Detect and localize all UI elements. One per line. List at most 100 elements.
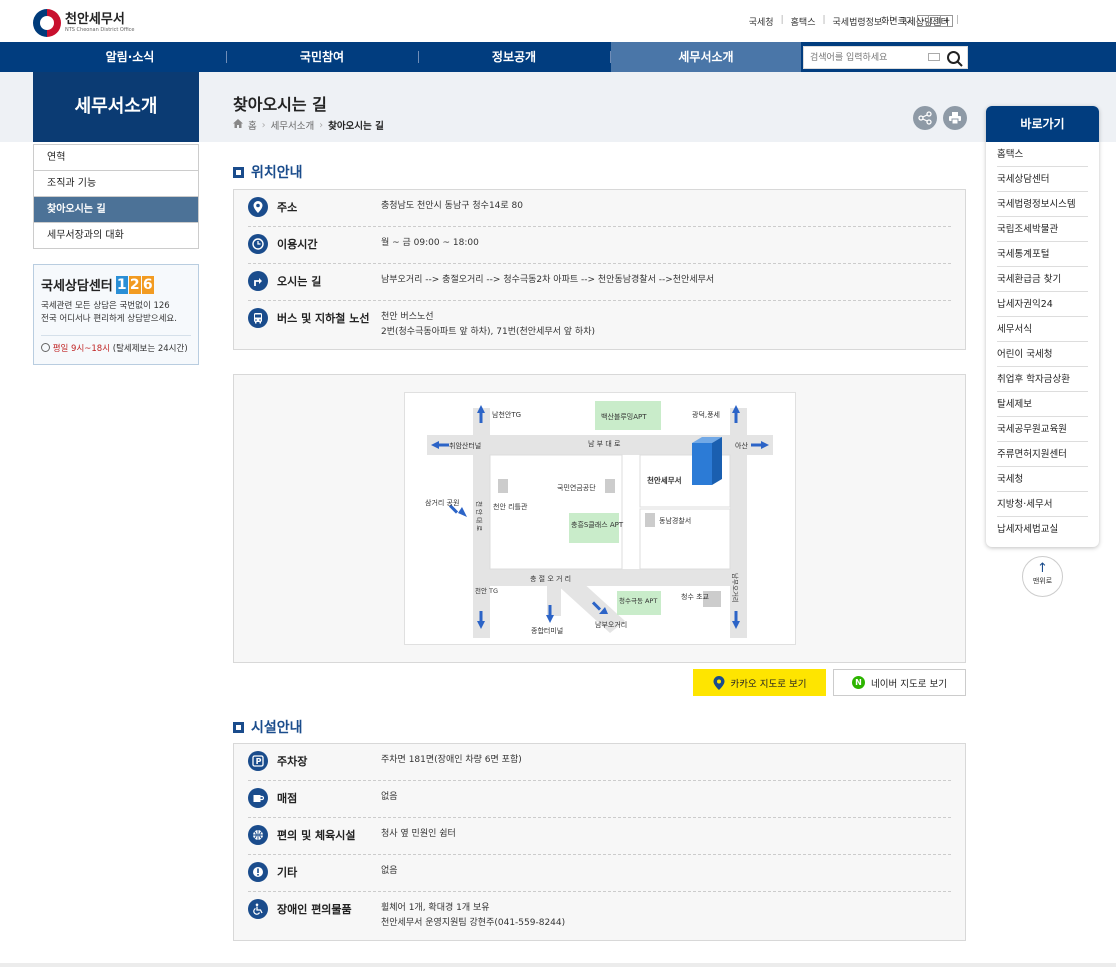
counsel-center-title: 국세상담센터 [41,279,113,294]
share-button[interactable] [913,106,937,130]
bus-row: 버스 및 지하철 노선 천안 버스노선 2번(청수극동아파트 앞 하차), 71… [248,301,951,349]
utility-link-hometax[interactable]: 홈택스 [791,15,816,28]
search-box [803,46,968,69]
location-info-box: 주소 충청남도 천안시 동남구 청수14로 80 이용시간 월 ~ 금 09:0… [233,189,966,350]
print-button[interactable] [943,106,967,130]
map-label-baeksan: 백산블루밍APT [601,412,647,421]
quick-link-item[interactable]: 국세청 [997,467,1088,492]
quick-link-item[interactable]: 국세법령정보시스템 [997,192,1088,217]
directions-map: 남천안TG 백산블루밍APT 광덕,풍세 취암산터널 남 부 대 로 아산 국민… [404,392,796,645]
accessibility-row: 장애인 편의물품 휠체어 1개, 확대경 1개 보유 천안세무서 운영지원팀 강… [248,892,951,940]
quick-link-item[interactable]: 주류면허지원센터 [997,442,1088,467]
quick-link-item[interactable]: 지방청·세무서 [997,492,1088,517]
home-icon [233,119,243,131]
map-label-police: 동남경찰서 [659,516,691,525]
chevron-right-icon: › [261,119,266,131]
hours-row: 이용시간 월 ~ 금 09:00 ~ 18:00 [248,227,951,264]
facility-section-title: 시설안내 [233,717,303,737]
utility-link-law[interactable]: 국세법령정보 [833,15,883,28]
nav-disclosure[interactable]: 정보공개 [419,42,609,72]
kakao-map-button[interactable]: 카카오 지도로 보기 [693,669,826,696]
map-label-gwangdeok: 광덕,풍세 [692,410,720,419]
quick-link-item[interactable]: 국세공무원교육원 [997,417,1088,442]
site-logo[interactable]: 천안세무서 NTS Cheonan District Office [33,9,135,37]
side-menu-directions[interactable]: 찾아오시는 길 [34,196,198,222]
counsel-desc-2: 전국 어디서나 편리하게 상담받으세요. [41,314,177,324]
map-label-cheongsu-school: 청수 초교 [681,593,710,601]
side-menu-organization[interactable]: 조직과 기능 [34,170,198,196]
naver-map-button[interactable]: N 네이버 지도로 보기 [833,669,966,696]
map-label-asan: 아산 [735,441,748,450]
clock-icon [41,343,50,352]
search-input[interactable] [804,47,922,68]
font-size-label: 화면크기 [881,17,915,27]
quick-link-item[interactable]: 취업후 학자금상환 [997,367,1088,392]
quick-link-item[interactable]: 홈택스 [997,142,1088,167]
chevron-right-icon: › [319,119,324,131]
quick-links-title: 바로가기 [986,106,1099,142]
bullet-square-icon [233,721,244,733]
quick-link-item[interactable]: 국세통계포털 [997,242,1088,267]
page-title: 찾아오시는 길 [233,95,327,114]
nav-news[interactable]: 알림·소식 [35,42,225,72]
breadcrumb: 홈 › 세무서소개 › 찾아오시는 길 [233,118,384,132]
lnb-title: 세무서소개 [33,72,199,142]
side-menu-history[interactable]: 연혁 [34,144,198,170]
map-label-cheonan-tg: 천안 TG [475,586,498,595]
counsel-hours: 평일 9시~18시 (탈세제보는 24시간) [41,335,191,354]
quick-link-item[interactable]: 국세상담센터 [997,167,1088,192]
divider: | [780,15,784,25]
directions-icon [248,271,268,291]
quick-link-item[interactable]: 어린이 국세청 [997,342,1088,367]
parking-icon: P [248,751,268,771]
back-to-top-button[interactable]: ↑ 맨위로 [1022,556,1063,597]
map-label-cheongsu-apt: 청수극동 APT [619,597,657,605]
counsel-center-banner[interactable]: 국세상담센터 1 2 6 국세관련 모든 상담은 국번없이 126 전국 어디서… [33,264,199,365]
quick-link-item[interactable]: 납세자권익24 [997,292,1088,317]
etc-row: 기타 없음 [248,855,951,892]
font-decrease-button[interactable]: - [917,14,930,27]
map-label-chungjeol: 충 절 오 거 리 [530,574,571,583]
font-reset-button[interactable]: □ [929,14,942,27]
font-increase-button[interactable]: + [941,14,954,27]
quick-links-panel: 바로가기 홈택스 국세상담센터 국세법령정보시스템 국립조세박물관 국세통계포털 국세환급… [986,106,1099,547]
quick-link-item[interactable]: 국세환급금 찾기 [997,267,1088,292]
utility-link-nts[interactable]: 국세청 [749,15,774,28]
arrow-up-icon: ↑ [1037,561,1048,576]
search-icon[interactable] [946,50,964,71]
pin-icon [248,197,268,217]
nav-participation[interactable]: 국민참여 [227,42,417,72]
breadcrumb-office-intro[interactable]: 세무서소개 [271,118,315,132]
quick-links-list: 홈택스 국세상담센터 국세법령정보시스템 국립조세박물관 국세통계포털 국세환급금 찾기 납… [986,142,1099,547]
info-icon [248,862,268,882]
quick-link-item[interactable]: 세무서식 [997,317,1088,342]
location-section-title: 위치안내 [233,162,303,182]
map-container: 남천안TG 백산블루밍APT 광덕,풍세 취암산터널 남 부 대 로 아산 국민… [233,374,966,663]
map-label-cheonan-dae: 천 안 대 로 [475,501,484,531]
logo-name: 천안세무서 [65,11,125,27]
quick-link-item[interactable]: 탈세제보 [997,392,1088,417]
map-label-terminal: 종합터미널 [531,626,563,635]
logo-subtitle: NTS Cheonan District Office [65,26,135,33]
side-menu-chief-dialogue[interactable]: 세무서장과의 대화 [34,222,198,248]
svg-text:P: P [256,757,262,766]
parking-row: P 주차장 주차면 181면(장애인 차량 6면 포함) [248,744,951,781]
share-icon [918,111,932,125]
facility-info-box: P 주차장 주차면 181면(장애인 차량 6면 포함) 매점 없음 편의 및 … [233,743,966,941]
quick-link-item[interactable]: 납세자세법교실 [997,517,1088,542]
bullet-square-icon [233,166,244,178]
counsel-number: 1 2 6 [115,275,154,294]
bus-icon [248,308,268,328]
shop-icon [248,788,268,808]
clock-icon [248,234,268,254]
breadcrumb-current: 찾아오시는 길 [328,121,384,132]
taegeuk-emblem-icon [33,9,61,37]
map-label-office: 천안세무서 [647,475,682,485]
nav-office-intro[interactable]: 세무서소개 [611,42,801,72]
divider: | [955,15,959,25]
virtual-keyboard-icon[interactable] [928,53,940,61]
quick-link-item[interactable]: 국립조세박물관 [997,217,1088,242]
breadcrumb-home[interactable]: 홈 [248,118,257,132]
top-bar: 천안세무서 NTS Cheonan District Office 국세청 | 홈… [0,0,1116,42]
map-label-library: 천안 리틀관 [493,502,528,511]
